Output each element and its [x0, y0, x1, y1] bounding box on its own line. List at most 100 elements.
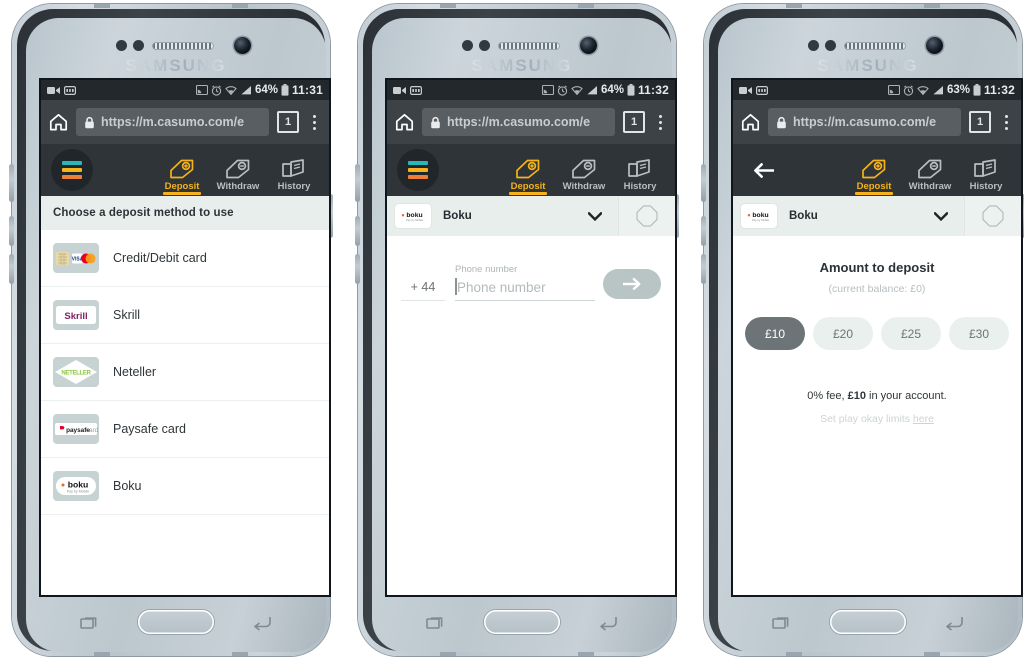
phone-number-input[interactable]: [455, 278, 595, 301]
url-bar[interactable]: https://m.casumo.com/е: [76, 108, 269, 136]
chevron-down-icon[interactable]: [934, 211, 948, 221]
battery-percent-label: 64%: [600, 84, 624, 96]
proximity-sensor-icon: [462, 40, 473, 51]
recents-icon[interactable]: [80, 614, 100, 632]
screen-record-icon: [393, 86, 406, 94]
list-item[interactable]: paysafe card Paysafe card: [41, 401, 329, 458]
clock-label: 11:32: [983, 83, 1015, 97]
amount-chip-30[interactable]: £30: [949, 317, 1009, 350]
tab-count-button[interactable]: 1: [623, 111, 645, 133]
home-button[interactable]: [138, 610, 214, 634]
status-bar-right: 63% 11:32: [887, 83, 1015, 97]
volume-down-button[interactable]: [355, 216, 360, 246]
phone-device-1: SAMSUNG 64% 11:31 https://m.casumo.com/е…: [9, 4, 333, 656]
list-item[interactable]: NETELLER Neteller: [41, 344, 329, 401]
back-icon[interactable]: [252, 614, 272, 632]
deposit-icon: [862, 159, 886, 179]
list-item-label: Paysafe card: [113, 422, 186, 436]
provider-name-label: Boku: [789, 210, 818, 222]
bixby-button[interactable]: [701, 254, 706, 284]
amount-options: £10 £20 £25 £30: [733, 295, 1021, 350]
back-icon[interactable]: [944, 614, 964, 632]
back-icon[interactable]: [598, 614, 618, 632]
fee-summary: 0% fee, £10 in your account.: [733, 390, 1021, 402]
list-item[interactable]: boku Pay by Mobile Boku: [41, 458, 329, 515]
url-bar[interactable]: https://m.casumo.com/е: [422, 108, 615, 136]
provider-selector[interactable]: boku Pay by Mobile Boku: [387, 196, 675, 236]
browser-toolbar: https://m.casumo.com/е 1: [41, 100, 329, 144]
tab-count-button[interactable]: 1: [277, 111, 299, 133]
battery-percent-label: 63%: [946, 84, 970, 96]
amount-chip-25[interactable]: £25: [881, 317, 941, 350]
tab-history[interactable]: History: [961, 140, 1011, 195]
tab-withdraw[interactable]: Withdraw: [559, 140, 609, 195]
phone-front-face: SAMSUNG 64% 11:32 https://m.casumo.com/е…: [372, 18, 675, 652]
clock-label: 11:32: [637, 83, 669, 97]
bixby-button[interactable]: [9, 254, 14, 284]
cast-icon: [195, 85, 208, 95]
list-item[interactable]: VISA Credit/Debit card: [41, 230, 329, 287]
volume-up-button[interactable]: [355, 164, 360, 202]
back-arrow-button[interactable]: [743, 149, 785, 191]
home-button[interactable]: [484, 610, 560, 634]
volume-down-button[interactable]: [9, 216, 14, 246]
volume-up-button[interactable]: [701, 164, 706, 202]
status-bar-left: [47, 85, 76, 95]
list-item[interactable]: Skrill Skrill: [41, 287, 329, 344]
play-okay-limits: Set play okay limits here: [733, 413, 1021, 425]
active-tab-underline: [509, 192, 547, 195]
tab-deposit[interactable]: Deposit: [503, 140, 553, 195]
battery-icon: [627, 84, 635, 96]
kebab-menu-icon[interactable]: [653, 114, 667, 130]
lock-icon: [85, 116, 94, 128]
svg-text:card: card: [86, 427, 98, 434]
samsung-brand-label: SAMSUNG: [26, 56, 326, 76]
home-icon[interactable]: [741, 113, 760, 131]
bixby-button[interactable]: [355, 254, 360, 284]
octagon-icon: [982, 205, 1004, 227]
phone-screen-1: 64% 11:31 https://m.casumo.com/е 1 Depos…: [41, 80, 329, 595]
tab-deposit-label: Deposit: [510, 181, 546, 192]
amount-chip-20[interactable]: £20: [813, 317, 873, 350]
home-icon[interactable]: [49, 113, 68, 131]
country-code-field[interactable]: + 44: [401, 280, 445, 301]
tab-deposit[interactable]: Deposit: [157, 140, 207, 195]
light-sensor-icon: [479, 40, 490, 51]
status-bar-left: [393, 85, 422, 95]
lock-icon: [431, 116, 440, 128]
front-camera-icon: [234, 37, 251, 54]
tab-withdraw[interactable]: Withdraw: [905, 140, 955, 195]
tab-count-button[interactable]: 1: [969, 111, 991, 133]
withdraw-icon: [918, 159, 942, 179]
home-button[interactable]: [830, 610, 906, 634]
gif-icon: [756, 85, 768, 95]
hamburger-menu-button[interactable]: [397, 149, 439, 191]
arrow-right-icon: [623, 278, 641, 290]
volume-down-button[interactable]: [701, 216, 706, 246]
home-icon[interactable]: [395, 113, 414, 131]
provider-selector[interactable]: boku Pay by Mobile Boku: [733, 196, 1021, 236]
antenna-notch: [232, 4, 248, 8]
tab-deposit[interactable]: Deposit: [849, 140, 899, 195]
earpiece-speaker: [844, 42, 906, 50]
url-bar[interactable]: https://m.casumo.com/е: [768, 108, 961, 136]
kebab-menu-icon[interactable]: [999, 114, 1013, 130]
recents-icon[interactable]: [772, 614, 792, 632]
chevron-down-icon[interactable]: [588, 211, 602, 221]
samsung-brand-label: SAMSUNG: [718, 56, 1018, 76]
earpiece-speaker: [498, 42, 560, 50]
amount-chip-10[interactable]: £10: [745, 317, 805, 350]
limits-link[interactable]: here: [913, 413, 934, 425]
hamburger-menu-button[interactable]: [51, 149, 93, 191]
phone-number-label: Phone number: [455, 264, 518, 275]
tab-history[interactable]: History: [269, 140, 319, 195]
tab-withdraw[interactable]: Withdraw: [213, 140, 263, 195]
gif-icon: [410, 85, 422, 95]
tab-history[interactable]: History: [615, 140, 665, 195]
list-item-label: Credit/Debit card: [113, 251, 207, 265]
volume-up-button[interactable]: [9, 164, 14, 202]
phone-body: SAMSUNG 64% 11:31 https://m.casumo.com/е…: [9, 4, 333, 656]
submit-phone-button[interactable]: [603, 269, 661, 299]
kebab-menu-icon[interactable]: [307, 114, 321, 130]
recents-icon[interactable]: [426, 614, 446, 632]
